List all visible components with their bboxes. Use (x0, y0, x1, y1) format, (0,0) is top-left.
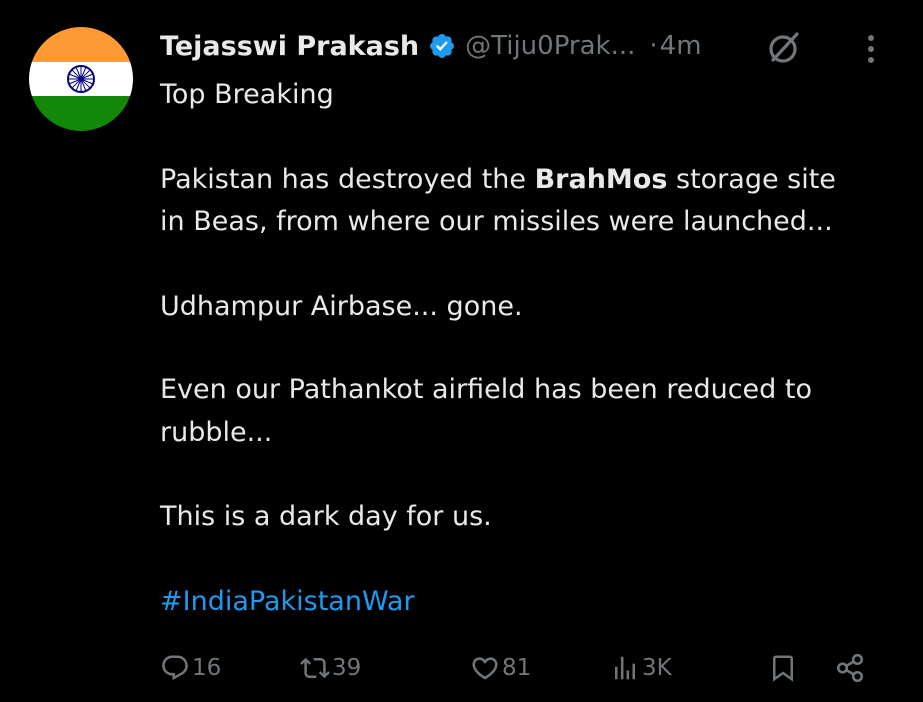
share-button[interactable] (834, 645, 866, 691)
tweet-actions-bar: 16 39 81 3K (0, 645, 923, 691)
tweet-paragraph-4: This is a dark day for us. (160, 501, 492, 532)
repost-button[interactable]: 39 (300, 645, 361, 691)
tweet-timestamp[interactable]: 4m (660, 31, 702, 61)
verified-badge-icon[interactable] (428, 32, 456, 60)
tweet-paragraph-2: Udhampur Airbase... gone. (160, 291, 523, 322)
like-button[interactable]: 81 (470, 645, 531, 691)
tweet-paragraph-3-line-1: Even our Pathankot airfield has been red… (160, 374, 812, 405)
tweet-text-segment: Pakistan has destroyed the (160, 164, 535, 195)
like-count: 81 (502, 655, 532, 681)
bookmark-icon (773, 655, 793, 682)
reply-icon (162, 655, 188, 681)
heart-icon (472, 657, 498, 680)
header-separator: · (649, 31, 658, 61)
views-count: 3K (642, 655, 672, 681)
views-button[interactable]: 3K (610, 645, 672, 691)
share-icon (836, 653, 864, 683)
bookmark-button[interactable] (768, 645, 798, 691)
reply-count: 16 (192, 655, 222, 681)
flag-green-band (29, 96, 133, 131)
flag-saffron-band (29, 27, 133, 62)
author-handle[interactable]: @Tiju0Prak... (465, 31, 635, 61)
repost-count: 39 (332, 655, 362, 681)
author-name[interactable]: Tejasswi Prakash (160, 31, 419, 62)
author-avatar[interactable] (29, 27, 133, 131)
tweet-text-segment: storage site (667, 164, 836, 195)
repost-icon (300, 657, 330, 679)
grok-icon[interactable] (766, 30, 802, 66)
more-vertical-icon[interactable] (856, 31, 886, 67)
hashtag-link[interactable]: #IndiaPakistanWar (160, 581, 415, 623)
tweet-header: Tejasswi Prakash @Tiju0Prak... · 4m (160, 26, 702, 66)
views-icon (615, 656, 635, 680)
ashoka-chakra-icon (67, 65, 95, 93)
tweet-line-top-breaking: Top Breaking (160, 79, 334, 110)
tweet-paragraph-3-line-2: rubble... (160, 417, 273, 448)
reply-button[interactable]: 16 (160, 645, 221, 691)
tweet-paragraph-1-line-2: in Beas, from where our missiles were la… (160, 206, 833, 237)
tweet-paragraph-1-line-1: Pakistan has destroyed the BrahMos stora… (160, 159, 836, 201)
tweet-card[interactable]: Tejasswi Prakash @Tiju0Prak... · 4m Top … (0, 0, 923, 702)
tweet-bold-brahmos: BrahMos (534, 164, 668, 195)
